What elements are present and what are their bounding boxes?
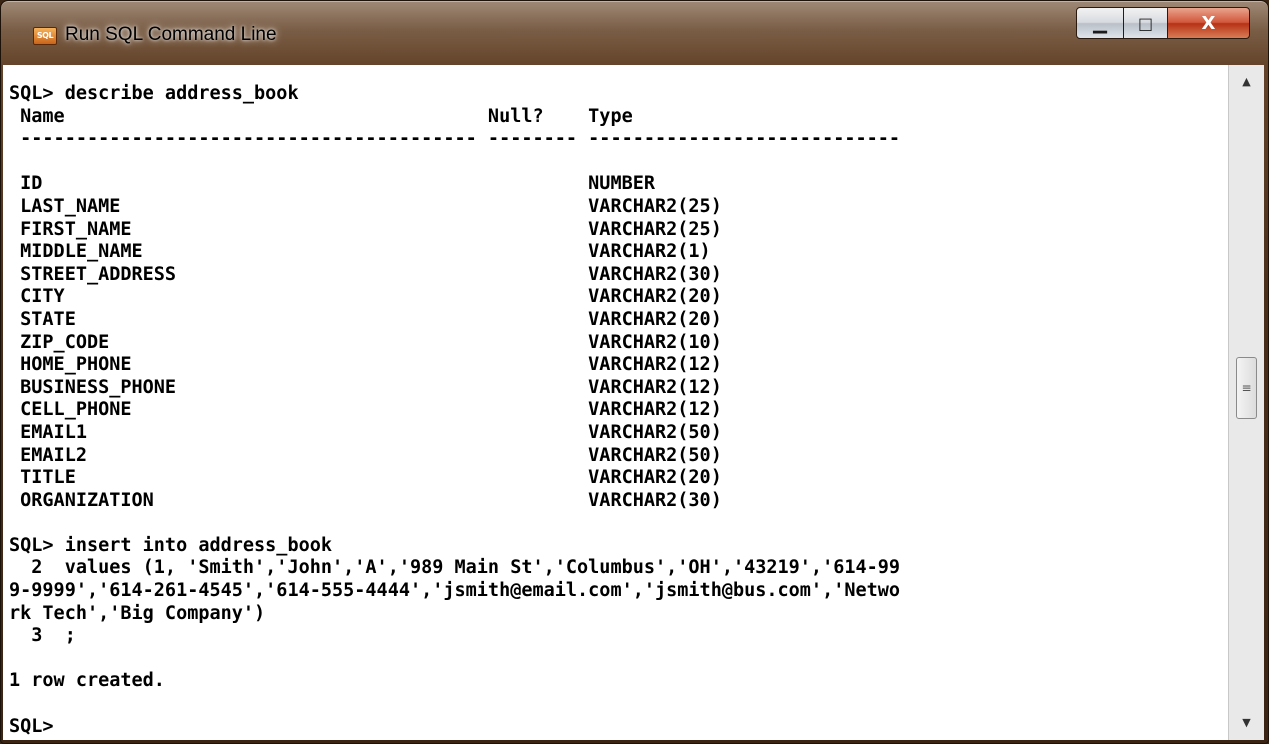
scroll-down-icon[interactable]: ▼ [1229, 708, 1264, 738]
table-row: CITY VARCHAR2(20) [9, 286, 722, 308]
table-row: LAST_NAME VARCHAR2(25) [9, 195, 722, 217]
sql-command-line-window: SQL Run SQL Command Line ▁ □ X SQL> desc… [0, 0, 1269, 744]
caption-buttons: ▁ □ X [1076, 7, 1250, 39]
table-row: BUSINESS_PHONE VARCHAR2(12) [9, 376, 722, 398]
maximize-button[interactable]: □ [1124, 7, 1168, 39]
console-output[interactable]: SQL> describe address_book Name Null? Ty… [3, 65, 1228, 740]
column-header-line: Name Null? Type [9, 105, 633, 127]
sql-prompt[interactable]: SQL> [9, 716, 54, 737]
table-row: FIRST_NAME VARCHAR2(25) [9, 218, 722, 240]
table-row: CELL_PHONE VARCHAR2(12) [9, 399, 722, 421]
close-button[interactable]: X [1168, 7, 1250, 39]
console-line: 2 values (1, 'Smith','John','A','989 Mai… [9, 557, 901, 579]
minimize-button[interactable]: ▁ [1076, 7, 1124, 39]
table-row: HOME_PHONE VARCHAR2(12) [9, 354, 722, 376]
table-row: MIDDLE_NAME VARCHAR2(1) [9, 241, 711, 263]
console-text: SQL> describe address_book Name Null? Ty… [3, 65, 1228, 738]
window-title: Run SQL Command Line [65, 24, 277, 45]
console-line: SQL> insert into address_book [9, 534, 333, 556]
table-row: STREET_ADDRESS VARCHAR2(30) [9, 263, 722, 285]
table-row: ORGANIZATION VARCHAR2(30) [9, 489, 722, 511]
vertical-scrollbar[interactable]: ▲ ≡ ▼ [1228, 65, 1264, 740]
table-row: ZIP_CODE VARCHAR2(10) [9, 331, 722, 353]
column-divider-line: ----------------------------------------… [9, 128, 901, 150]
title-bar[interactable]: SQL Run SQL Command Line ▁ □ X [1, 1, 1268, 65]
sql-app-icon[interactable]: SQL [33, 27, 57, 45]
scroll-up-icon[interactable]: ▲ [1229, 67, 1264, 97]
table-row: ID NUMBER [9, 173, 656, 195]
console-line: rk Tech','Big Company') [9, 602, 266, 624]
console-line: SQL> describe address_book [9, 83, 299, 104]
table-row: TITLE VARCHAR2(20) [9, 467, 722, 489]
table-row: STATE VARCHAR2(20) [9, 308, 722, 330]
status-message: 1 row created. [9, 670, 165, 692]
table-row: EMAIL1 VARCHAR2(50) [9, 421, 722, 443]
table-row: EMAIL2 VARCHAR2(50) [9, 444, 722, 466]
console-line: 3 ; [9, 625, 76, 647]
console-line: 9-9999','614-261-4545','614-555-4444','j… [9, 580, 901, 602]
scrollbar-thumb[interactable]: ≡ [1236, 357, 1257, 419]
